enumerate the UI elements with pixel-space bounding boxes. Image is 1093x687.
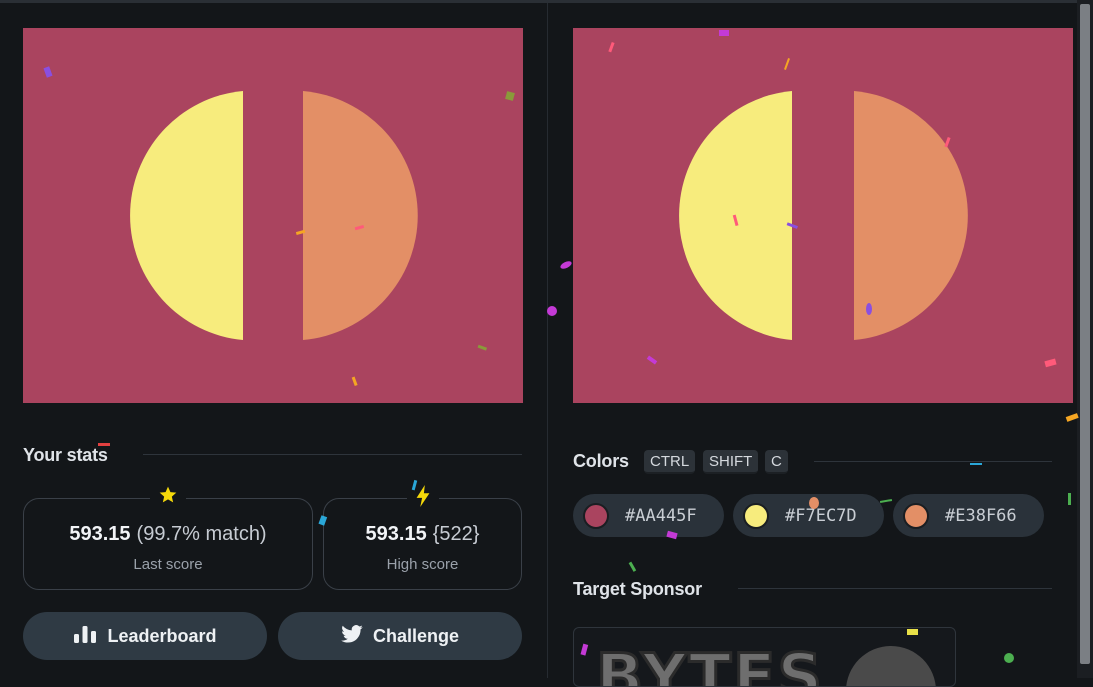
leaderboard-button[interactable]: Leaderboard [23, 612, 267, 660]
shortcut-key-shift: SHIFT [703, 450, 759, 474]
colors-title: Colors [573, 451, 629, 471]
color-swatch [583, 502, 609, 529]
color-chip[interactable]: #AA445F [573, 494, 724, 537]
color-chip[interactable]: #F7EC7D [733, 494, 884, 537]
color-swatch [903, 502, 929, 529]
bar-chart-icon [73, 625, 97, 648]
twitter-icon [341, 624, 363, 648]
last-score-value: 593.15 [69, 523, 131, 545]
target-background [573, 28, 1073, 403]
color-swatch [743, 502, 769, 529]
sponsor-title: Target Sponsor [573, 579, 702, 599]
high-score-rank: {522} [432, 523, 480, 545]
high-score-value: 593.15 [365, 523, 427, 545]
high-score-card: 593.15 {522} High score [323, 485, 522, 590]
last-score-card: 593.15 (99.7% match) Last score [23, 485, 313, 590]
star-icon [150, 485, 186, 512]
panel-divider [547, 3, 548, 678]
confetti-piece [879, 498, 893, 504]
color-hex: #AA445F [625, 505, 697, 526]
last-score-match: (99.7% match) [136, 523, 267, 545]
output-background [23, 28, 523, 403]
target-canvas [573, 28, 1073, 403]
sponsor-logo-text: BYTES [594, 640, 825, 687]
confetti-piece [628, 561, 637, 572]
output-canvas[interactable] [23, 28, 523, 403]
challenge-label: Challenge [372, 625, 460, 646]
color-chip[interactable]: #E38F66 [893, 494, 1044, 537]
confetti-piece [1004, 653, 1014, 663]
color-hex: #F7EC7D [785, 505, 857, 526]
challenge-button[interactable]: Challenge [278, 612, 522, 660]
stats-title: Your stats [23, 445, 108, 465]
shortcut-key-ctrl: CTRL [644, 450, 696, 474]
confetti-piece [547, 306, 557, 316]
color-hex: #E38F66 [945, 505, 1017, 526]
colors-rule [814, 461, 1052, 462]
confetti-piece [970, 463, 982, 465]
high-score-label: High score [386, 556, 459, 573]
sponsor-rule [738, 588, 1052, 589]
sponsor-mascot [846, 646, 936, 686]
scrollbar-thumb[interactable] [1080, 4, 1090, 664]
leaderboard-label: Leaderboard [107, 625, 217, 646]
lightning-icon [406, 485, 439, 514]
last-score-label: Last score [133, 556, 203, 573]
shortcut-key-c: C [765, 450, 788, 474]
confetti-piece [1068, 493, 1071, 505]
stats-rule [143, 454, 522, 455]
confetti-piece [560, 261, 572, 269]
sponsor-banner[interactable]: BYTES [573, 627, 956, 687]
